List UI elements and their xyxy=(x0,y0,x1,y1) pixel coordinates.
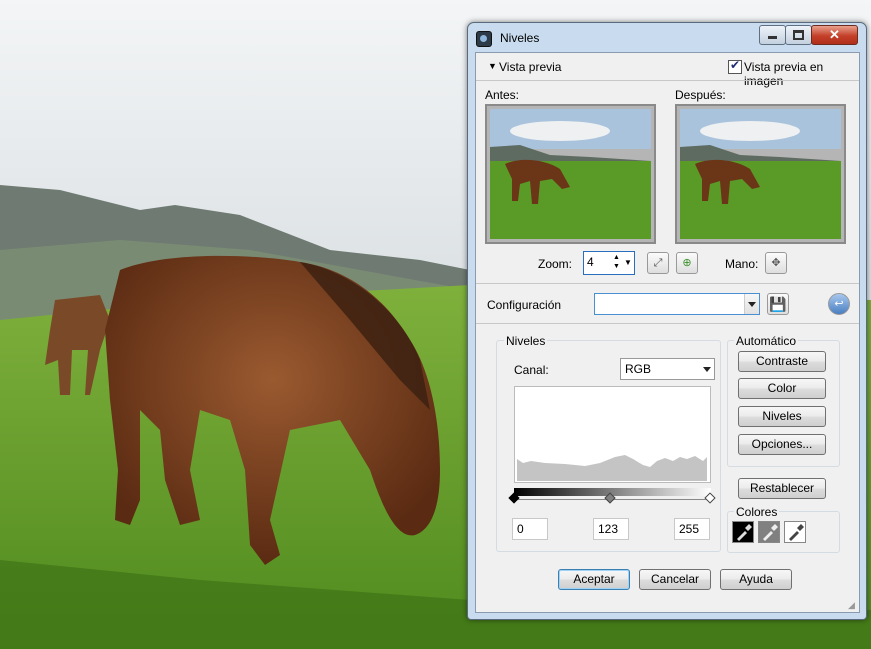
save-icon: 💾 xyxy=(769,296,787,312)
black-input[interactable]: 0 xyxy=(512,518,548,540)
config-label: Configuración xyxy=(487,298,562,312)
fit-window-button[interactable]: ⤢ xyxy=(647,252,669,274)
app-icon xyxy=(476,31,492,47)
minimize-button[interactable] xyxy=(759,25,786,45)
close-button[interactable]: ✕ xyxy=(811,25,858,45)
white-input[interactable]: 255 xyxy=(674,518,710,540)
arrow-menu-icon: ↩ xyxy=(834,298,844,310)
chevron-down-icon[interactable] xyxy=(700,359,714,379)
preview-in-image-checkbox[interactable] xyxy=(728,58,742,74)
levels-dialog: Niveles ✕ ▼ Vista previa Vista previa en… xyxy=(467,22,867,620)
zoom-spinner[interactable]: 4 ▲ ▼ ▼ xyxy=(583,251,635,275)
hand-tool-button[interactable]: ✥ xyxy=(765,252,787,274)
zoom-preview-button[interactable]: ⊕ xyxy=(676,252,698,274)
options-round-button[interactable]: ↩ xyxy=(828,293,850,315)
channel-value: RGB xyxy=(625,362,652,376)
zoom-value: 4 xyxy=(587,255,594,269)
after-label: Después: xyxy=(675,88,726,102)
channel-select[interactable]: RGB xyxy=(620,358,715,380)
title-bar[interactable]: Niveles ✕ xyxy=(468,23,866,51)
save-config-button[interactable]: 💾 xyxy=(767,293,789,315)
white-eyedropper-icon[interactable] xyxy=(784,521,806,543)
auto-levels-button[interactable]: Niveles xyxy=(738,406,826,427)
histogram-icon xyxy=(517,455,707,481)
channel-label: Canal: xyxy=(514,363,549,377)
ok-button[interactable]: Aceptar xyxy=(558,569,630,590)
config-combo[interactable] xyxy=(594,293,760,315)
fit-window-icon: ⤢ xyxy=(653,257,663,269)
divider xyxy=(476,323,859,324)
preview-toggle[interactable]: Vista previa xyxy=(499,60,561,74)
colors-group-title: Colores xyxy=(734,505,780,519)
resize-grip-icon[interactable]: ◢ xyxy=(848,600,855,611)
levels-group-title: Niveles xyxy=(504,334,548,348)
divider xyxy=(476,283,859,284)
before-preview[interactable] xyxy=(485,104,656,244)
black-eyedropper-icon[interactable] xyxy=(732,521,754,543)
histogram xyxy=(514,386,711,483)
color-button[interactable]: Color xyxy=(738,378,826,399)
help-button[interactable]: Ayuda xyxy=(720,569,792,590)
zoom-label: Zoom: xyxy=(538,257,573,271)
preview-in-image-label: Vista previa en imagen xyxy=(744,60,824,88)
options-button[interactable]: Opciones... xyxy=(738,434,826,455)
after-preview[interactable] xyxy=(675,104,846,244)
zoom-dropdown-icon[interactable]: ▼ xyxy=(624,258,632,267)
maximize-button[interactable] xyxy=(785,25,812,45)
maximize-icon xyxy=(793,30,804,40)
close-icon: ✕ xyxy=(829,27,840,42)
contrast-button[interactable]: Contraste xyxy=(738,351,826,372)
collapse-triangle-icon[interactable]: ▼ xyxy=(488,61,497,71)
dialog-title: Niveles xyxy=(500,31,540,45)
auto-group-title: Automático xyxy=(734,334,799,348)
reset-button[interactable]: Restablecer xyxy=(738,478,826,499)
chevron-down-icon[interactable] xyxy=(744,294,759,314)
mid-input[interactable]: 123 xyxy=(593,518,629,540)
divider xyxy=(476,80,859,81)
gray-eyedropper-icon[interactable] xyxy=(758,521,780,543)
before-label: Antes: xyxy=(485,88,520,102)
spin-arrows-icon[interactable]: ▲ ▼ xyxy=(613,253,620,271)
cancel-button[interactable]: Cancelar xyxy=(639,569,711,590)
minimize-icon xyxy=(768,36,777,39)
dialog-client: ▼ Vista previa Vista previa en imagen An… xyxy=(475,52,860,613)
move-icon: ✥ xyxy=(771,257,781,269)
hand-label: Mano: xyxy=(725,257,759,271)
magnifier-icon: ⊕ xyxy=(682,257,692,269)
